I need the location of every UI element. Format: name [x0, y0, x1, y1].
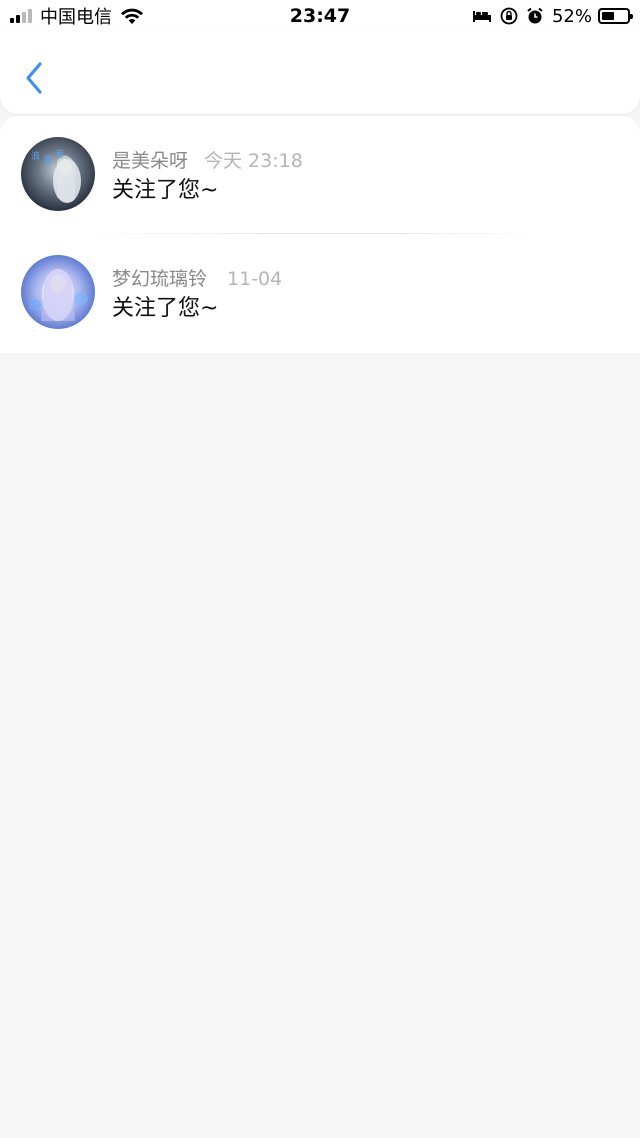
bed-icon	[472, 9, 492, 23]
battery-icon	[598, 8, 633, 24]
orientation-lock-icon	[500, 7, 518, 25]
svg-text:浪: 浪	[31, 150, 40, 162]
back-button[interactable]	[20, 58, 50, 98]
timestamp: 11-04	[227, 268, 283, 290]
sender-name: 是美朵呀	[112, 150, 189, 172]
status-bar: 中国电信 23:47 52%	[0, 0, 640, 32]
message-text: 关注了您~	[112, 296, 219, 321]
sender-line: 是美朵呀 今天 23:18	[112, 146, 303, 173]
battery-fill	[602, 12, 615, 20]
avatar[interactable]	[21, 255, 95, 329]
avatar[interactable]: 浪 漫 者	[21, 137, 95, 211]
list-item[interactable]: 梦幻琉璃铃 11-04 关注了您~	[0, 234, 640, 352]
status-right: 52%	[464, 4, 633, 28]
timestamp: 今天 23:18	[204, 150, 303, 172]
notification-list: 浪 漫 者 是美朵呀 今天 23:18 关注了您~ 梦幻琉璃铃 11-04 关注…	[0, 116, 640, 353]
message-text: 关注了您~	[112, 178, 219, 203]
sender-line: 梦幻琉璃铃 11-04	[112, 264, 282, 291]
nav-bar	[0, 32, 640, 114]
svg-text:漫: 漫	[43, 154, 52, 166]
chevron-left-icon	[26, 62, 42, 94]
list-item[interactable]: 浪 漫 者 是美朵呀 今天 23:18 关注了您~	[0, 116, 640, 234]
sender-name: 梦幻琉璃铃	[112, 268, 208, 290]
svg-text:者: 者	[55, 149, 64, 160]
alarm-icon	[526, 7, 544, 25]
battery-percent: 52%	[551, 5, 592, 27]
